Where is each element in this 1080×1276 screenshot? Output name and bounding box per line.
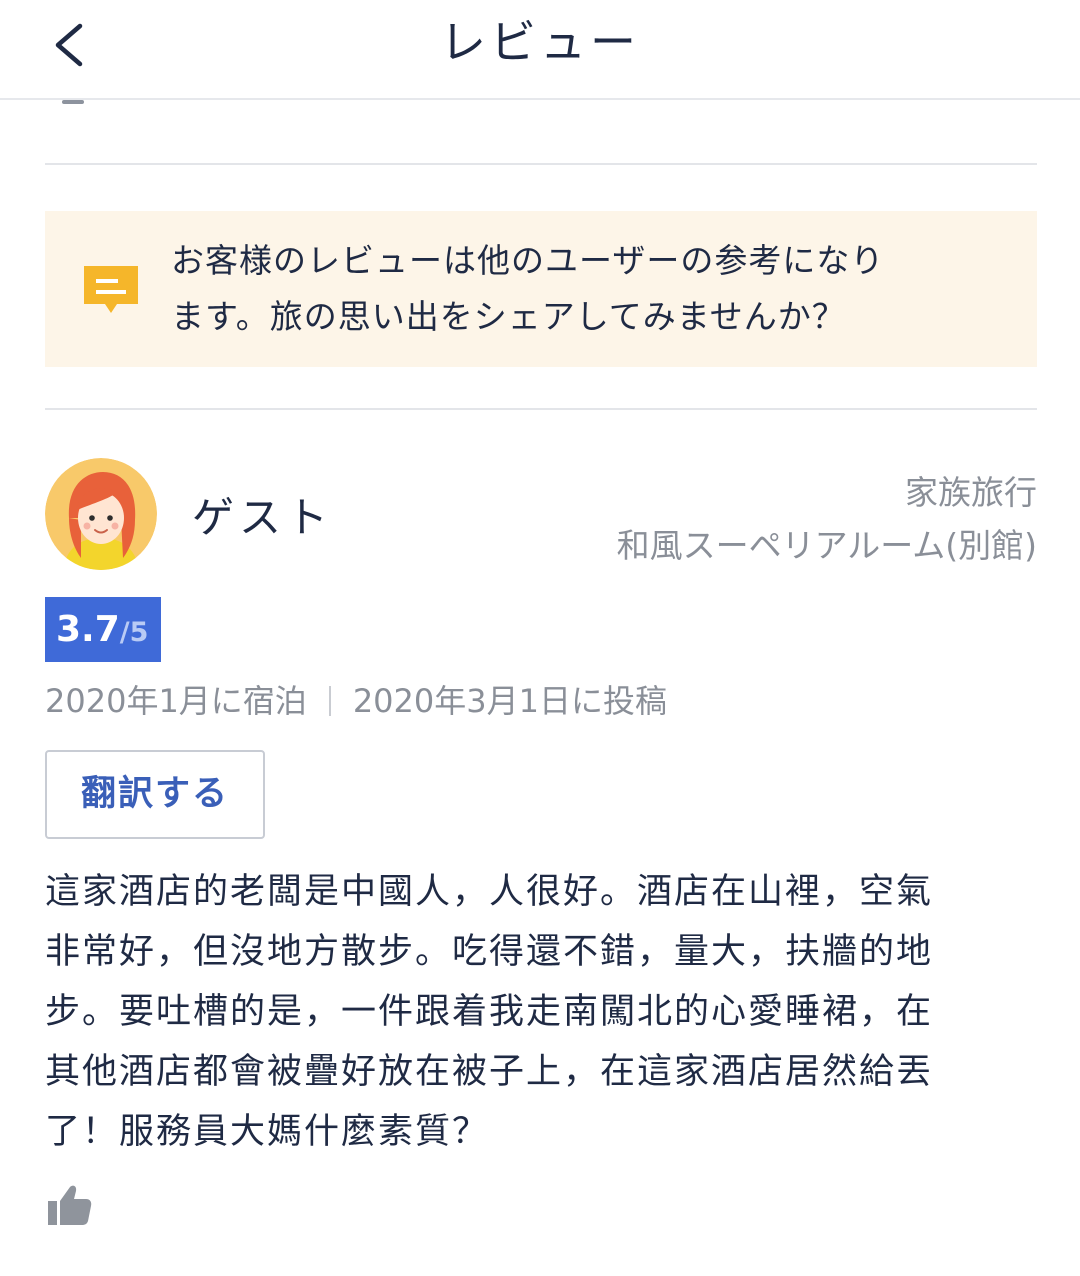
rating-score: 3.7 xyxy=(56,609,120,650)
review-line: 這家酒店的老闆是中國人，人很好。酒店在山裡，空氣 xyxy=(45,872,934,912)
review-line: 步。要吐槽的是，一件跟着我走南闖北的心愛睡裙，在 xyxy=(45,992,934,1032)
page-title: レビュー xyxy=(440,15,640,69)
separator xyxy=(328,686,331,716)
rating-badge: 3.7/5 xyxy=(45,597,161,662)
review-line: 非常好，但沒地方散步。吃得還不錯，量大，扶牆的地 xyxy=(45,932,934,972)
review-line: 其他酒店都會被疊好放在被子上，在這家酒店居然給丟 xyxy=(45,1052,934,1092)
review-line: 了！服務員大媽什麼素質？ xyxy=(45,1112,490,1152)
message-icon xyxy=(84,266,138,313)
prompt-line-2: ます。旅の思い出をシェアしてみませんか？ xyxy=(171,297,846,336)
post-date: 2020年3月1日に投稿 xyxy=(352,682,667,720)
top-app-bar: レビュー xyxy=(0,0,1080,100)
trip-type: 家族旅行 xyxy=(905,473,1037,512)
like-button[interactable] xyxy=(46,1183,94,1227)
divider xyxy=(45,408,1037,410)
stay-date: 2020年1月に宿泊 xyxy=(45,682,307,720)
review-dates: 2020年1月に宿泊 2020年3月1日に投稿 xyxy=(45,676,667,722)
room-type: 和風スーペリアルーム(別館) xyxy=(616,526,1037,565)
thumbs-up-icon xyxy=(48,1185,92,1225)
write-review-prompt[interactable]: お客様のレビューは他のユーザーの参考になり ます。旅の思い出をシェアしてみません… xyxy=(45,211,1037,367)
prompt-line-1: お客様のレビューは他のユーザーの参考になり xyxy=(171,241,885,280)
collapsed-content-edge xyxy=(62,100,84,104)
translate-button[interactable]: 翻訳する xyxy=(45,750,265,839)
review-body: 這家酒店的老闆是中國人，人很好。酒店在山裡，空氣 非常好，但沒地方散步。吃得還不… xyxy=(45,862,1035,1162)
prompt-text: お客様のレビューは他のユーザーの参考になり ます。旅の思い出をシェアしてみません… xyxy=(171,233,991,345)
reviewer-name: ゲスト xyxy=(192,493,334,542)
divider xyxy=(45,163,1037,165)
avatar xyxy=(45,458,157,570)
rating-max: /5 xyxy=(119,617,149,648)
